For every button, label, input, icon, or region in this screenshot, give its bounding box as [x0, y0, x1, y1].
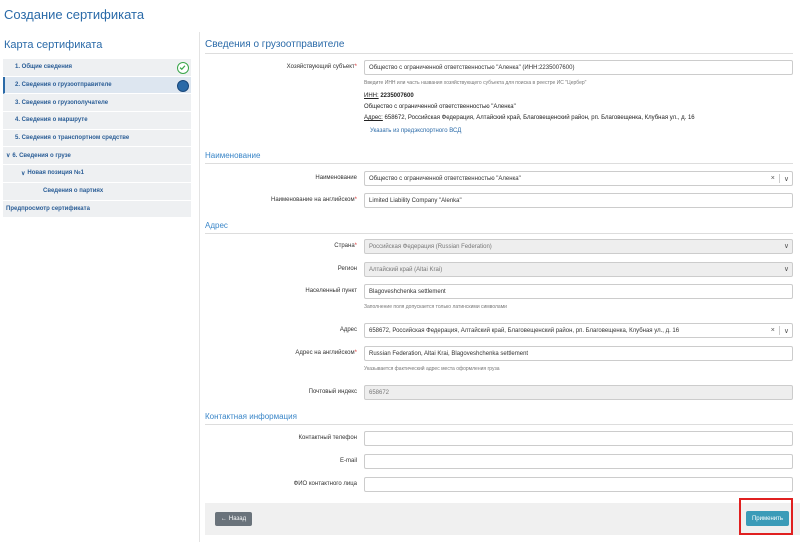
- phone-label: Контактный телефон: [298, 435, 358, 441]
- region-label: Регион: [337, 266, 357, 272]
- address-label: Адрес: [339, 327, 357, 333]
- section-divider: [205, 233, 793, 234]
- sidebar-item-batches[interactable]: Сведения о партиях: [3, 182, 191, 201]
- sidebar-item-label: Сведения о партиях: [43, 188, 104, 195]
- sidebar-item-cargo[interactable]: ∨ 6. Сведения о грузе: [3, 147, 191, 166]
- name-select[interactable]: Общество с ограниченной ответственностью…: [364, 171, 793, 186]
- name-en-label: Наименование на английском*: [271, 197, 357, 203]
- chevron-down-icon[interactable]: ∨: [3, 152, 10, 159]
- clear-icon[interactable]: ×: [771, 327, 775, 334]
- phone-field[interactable]: [364, 431, 793, 446]
- current-step-icon: [177, 79, 189, 92]
- address-en-label: Адрес на английском*: [295, 350, 357, 356]
- sidebar-item-route[interactable]: 4. Сведения о маршруте: [3, 112, 191, 130]
- pre-export-link[interactable]: Указать из предэкспортного ВСД: [370, 128, 461, 134]
- region-select: Алтайский край (Altai Krai) ∨: [364, 262, 793, 277]
- email-field[interactable]: [364, 454, 793, 469]
- sidebar-item-label: 3. Сведения о грузополучателе: [15, 99, 109, 106]
- sidebar-item-label: 5. Сведения о транспортном средстве: [15, 135, 130, 142]
- sidebar-item-label: Новая позиция №1: [27, 170, 84, 177]
- sidebar-item-label: Предпросмотр сертификата: [6, 205, 90, 212]
- locality-field[interactable]: Blagoveshchenka settlement: [364, 284, 793, 299]
- chevron-down-icon[interactable]: ∨: [3, 170, 25, 177]
- entity-field[interactable]: Общество с ограниченной ответственностью…: [364, 60, 793, 75]
- sidebar-item-label: 6. Сведения о грузе: [12, 152, 71, 159]
- section-naming-title: Наименование: [205, 151, 261, 160]
- entity-hint: Введите ИНН или часть названия хозяйству…: [364, 80, 587, 86]
- sidebar-item-general[interactable]: 1. Общие сведения: [3, 59, 191, 77]
- sidebar-item-label: 4. Сведения о маршруте: [15, 117, 88, 124]
- name-en-field[interactable]: Limited Liability Company "Alenka": [364, 193, 793, 208]
- country-select: Российская Федерация (Russian Federation…: [364, 239, 793, 254]
- chevron-down-icon: ∨: [783, 243, 789, 250]
- chevron-down-icon[interactable]: ∨: [784, 175, 789, 183]
- chevron-down-icon: ∨: [783, 266, 789, 273]
- sidebar-divider: [199, 32, 200, 542]
- sidebar-item-preview[interactable]: Предпросмотр сертификата: [3, 200, 191, 219]
- entity-label: Хозяйствующий субъект*: [286, 64, 357, 70]
- email-label: E-mail: [339, 458, 357, 464]
- address-en-field[interactable]: Russian Federation, Altai Krai, Blagoves…: [364, 346, 793, 361]
- sidebar-item-label: 1. Общие сведения: [15, 64, 73, 71]
- sidebar-item-shipper[interactable]: 2. Сведения о грузоотправителе: [3, 76, 191, 95]
- form-footer: ← Назад Применить: [205, 503, 800, 535]
- clear-icon[interactable]: ×: [771, 175, 775, 182]
- sidebar-item-transport[interactable]: 5. Сведения о транспортном средстве: [3, 129, 191, 148]
- page-title: Создание сертификата: [4, 7, 145, 22]
- contact-person-field[interactable]: [364, 477, 793, 492]
- back-button[interactable]: ← Назад: [215, 512, 252, 526]
- postal-label: Почтовый индекс: [308, 389, 357, 395]
- locality-hint: Заполнение поля допускается только латин…: [364, 304, 507, 310]
- entity-address: Адрес: 658672, Российская Федерация, Алт…: [364, 115, 695, 121]
- locality-label: Населенный пункт: [305, 288, 357, 294]
- entity-inn: ИНН: 2235007600: [364, 93, 414, 99]
- address-en-hint: Указывается фактический адрес места офор…: [364, 366, 500, 372]
- arrow-left-icon: ←: [220, 516, 227, 522]
- contact-person-label: ФИО контактного лица: [293, 481, 357, 487]
- section-address-title: Адрес: [205, 221, 228, 230]
- chevron-down-icon[interactable]: ∨: [784, 327, 789, 335]
- check-icon: [177, 62, 189, 74]
- section-contact-title: Контактная информация: [205, 412, 297, 421]
- sidebar-item-label: 2. Сведения о грузоотправителе: [15, 82, 112, 89]
- sidebar-item-position[interactable]: ∨ Новая позиция №1: [3, 165, 191, 183]
- name-label: Наименование: [315, 175, 357, 181]
- postal-field: 658672: [364, 385, 793, 400]
- sidebar-item-consignee[interactable]: 3. Сведения о грузополучателе: [3, 94, 191, 113]
- country-label: Страна*: [334, 243, 357, 249]
- sidebar-title: Карта сертификата: [4, 39, 103, 51]
- section-divider: [205, 53, 793, 54]
- highlight-box: [739, 498, 793, 535]
- section-divider: [205, 163, 793, 164]
- address-select[interactable]: 658672, Российская Федерация, Алтайский …: [364, 323, 793, 338]
- section-title: Сведения о грузоотправителе: [205, 39, 345, 50]
- entity-name: Общество с ограниченной ответственностью…: [364, 104, 516, 110]
- sidebar: 1. Общие сведения 2. Сведения о грузоотп…: [3, 59, 191, 219]
- section-divider: [205, 424, 793, 425]
